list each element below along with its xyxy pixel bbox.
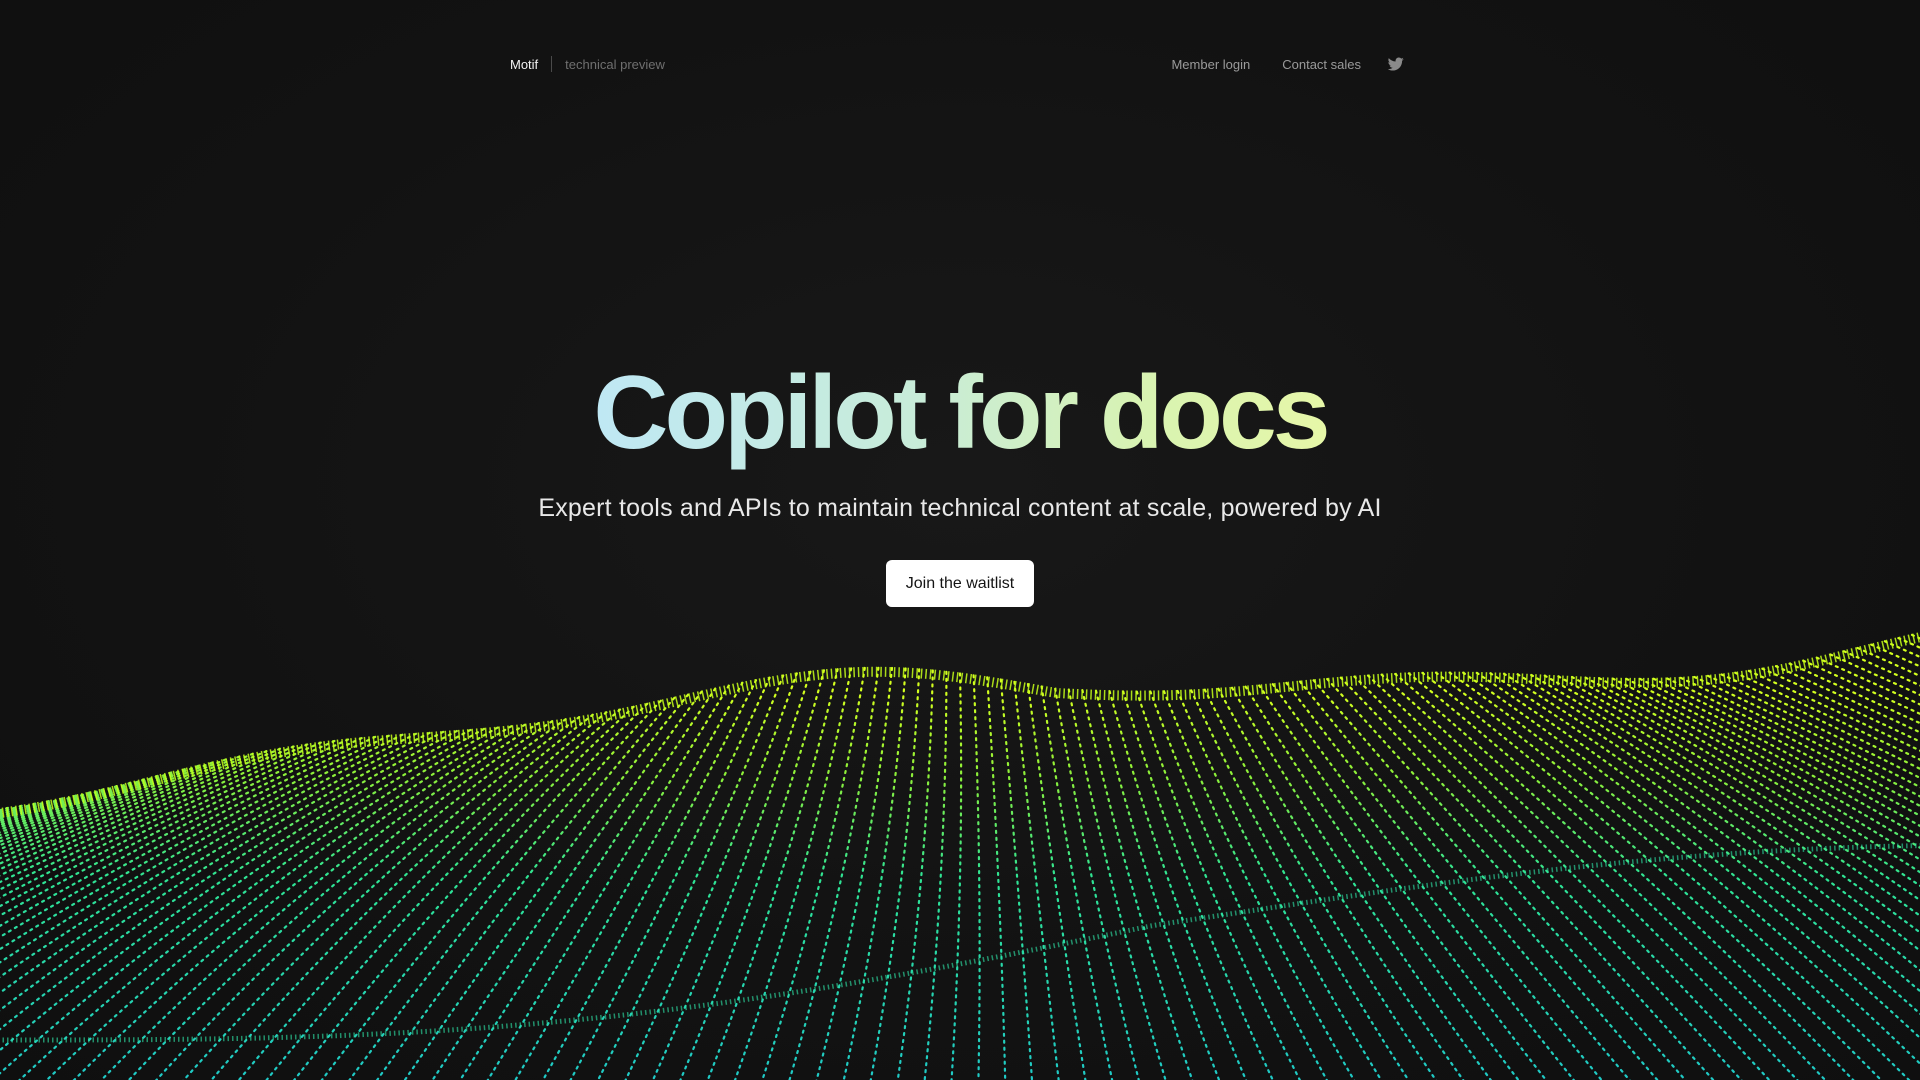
hero-section: Copilot for docs Expert tools and APIs t…: [0, 350, 1920, 607]
hero-headline: Copilot for docs: [593, 350, 1330, 476]
hero-subtitle: Expert tools and APIs to maintain techni…: [538, 494, 1382, 522]
brand-divider: [551, 56, 553, 72]
brand: Motif technical preview: [510, 56, 665, 72]
join-waitlist-button[interactable]: Join the waitlist: [885, 560, 1035, 607]
twitter-icon[interactable]: [1388, 56, 1404, 72]
landing-page: Motif technical preview Member login Con…: [0, 0, 1920, 1080]
member-login-link[interactable]: Member login: [1171, 57, 1250, 72]
nav-links: Member login Contact sales: [1171, 56, 1404, 72]
brand-tagline: technical preview: [565, 56, 665, 72]
brand-name[interactable]: Motif: [510, 57, 538, 72]
contact-sales-link[interactable]: Contact sales: [1282, 57, 1361, 72]
wave-lines: [0, 632, 1920, 1080]
twitter-bird-glyph: [1388, 57, 1404, 71]
wave-dot-lines: [0, 633, 1920, 1080]
top-navigation: Motif technical preview Member login Con…: [510, 50, 1404, 78]
